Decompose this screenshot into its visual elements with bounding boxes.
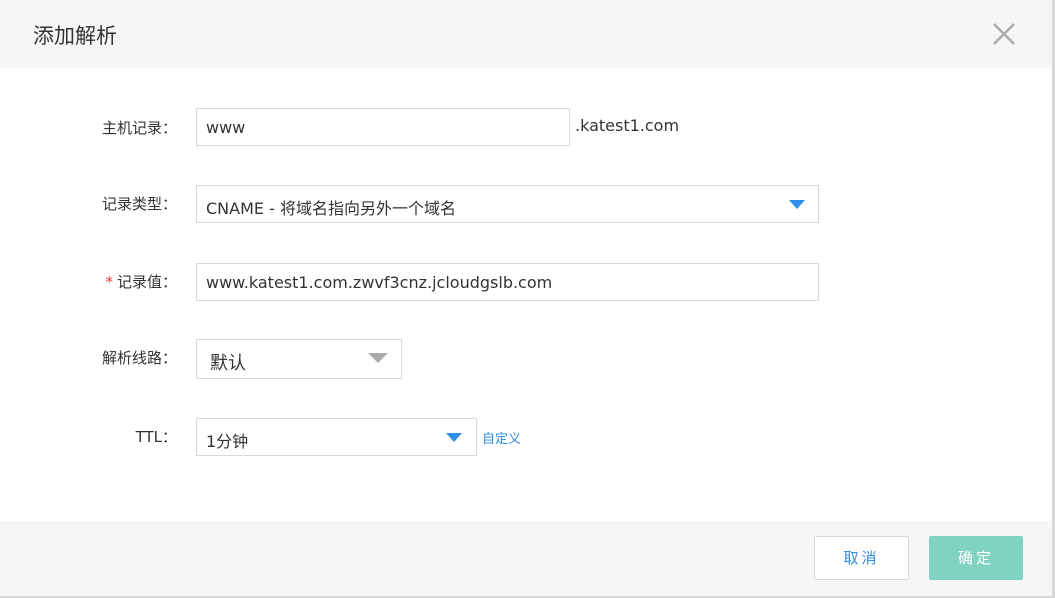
host-record-label: 主机记录： [101,119,177,137]
line-label: 解析线路： [101,349,177,367]
dialog-header: 添加解析 [0,0,1052,68]
chevron-down-icon [446,433,462,442]
record-value-input[interactable]: www.katest1.com.zwvf3cnz.jcloudgslb.com [196,263,819,301]
required-mark: * [105,273,113,291]
record-value-label-text: 记录值： [116,273,177,291]
record-type-label: 记录类型： [101,195,177,213]
ok-button[interactable]: 确定 [929,536,1023,580]
domain-suffix: .katest1.com [575,116,680,135]
ttl-select[interactable]: 1分钟 [196,418,477,456]
ttl-label: TTL： [135,428,177,446]
record-type-select[interactable]: CNAME - 将域名指向另外一个域名 [196,185,819,223]
record-type-value: CNAME - 将域名指向另外一个域名 [206,199,456,218]
line-select[interactable]: 默认 [196,339,402,379]
line-value: 默认 [210,353,246,374]
cancel-button[interactable]: 取消 [814,536,909,580]
record-value-value: www.katest1.com.zwvf3cnz.jcloudgslb.com [206,273,553,292]
chevron-down-icon [789,200,805,209]
ttl-value: 1分钟 [206,432,249,451]
host-record-value: www [206,118,246,137]
host-record-input[interactable]: www [196,108,570,146]
add-record-dialog: 添加解析 主机记录： www .katest1.com 记录类型： CNAME … [0,0,1052,596]
dialog-title: 添加解析 [33,24,117,48]
close-icon[interactable] [988,18,1020,50]
chevron-down-icon [368,353,388,363]
dialog-footer: 取消 确定 [0,521,1052,596]
record-value-label: * 记录值： [7,271,177,292]
custom-ttl-link[interactable]: 自定义 [482,428,521,447]
